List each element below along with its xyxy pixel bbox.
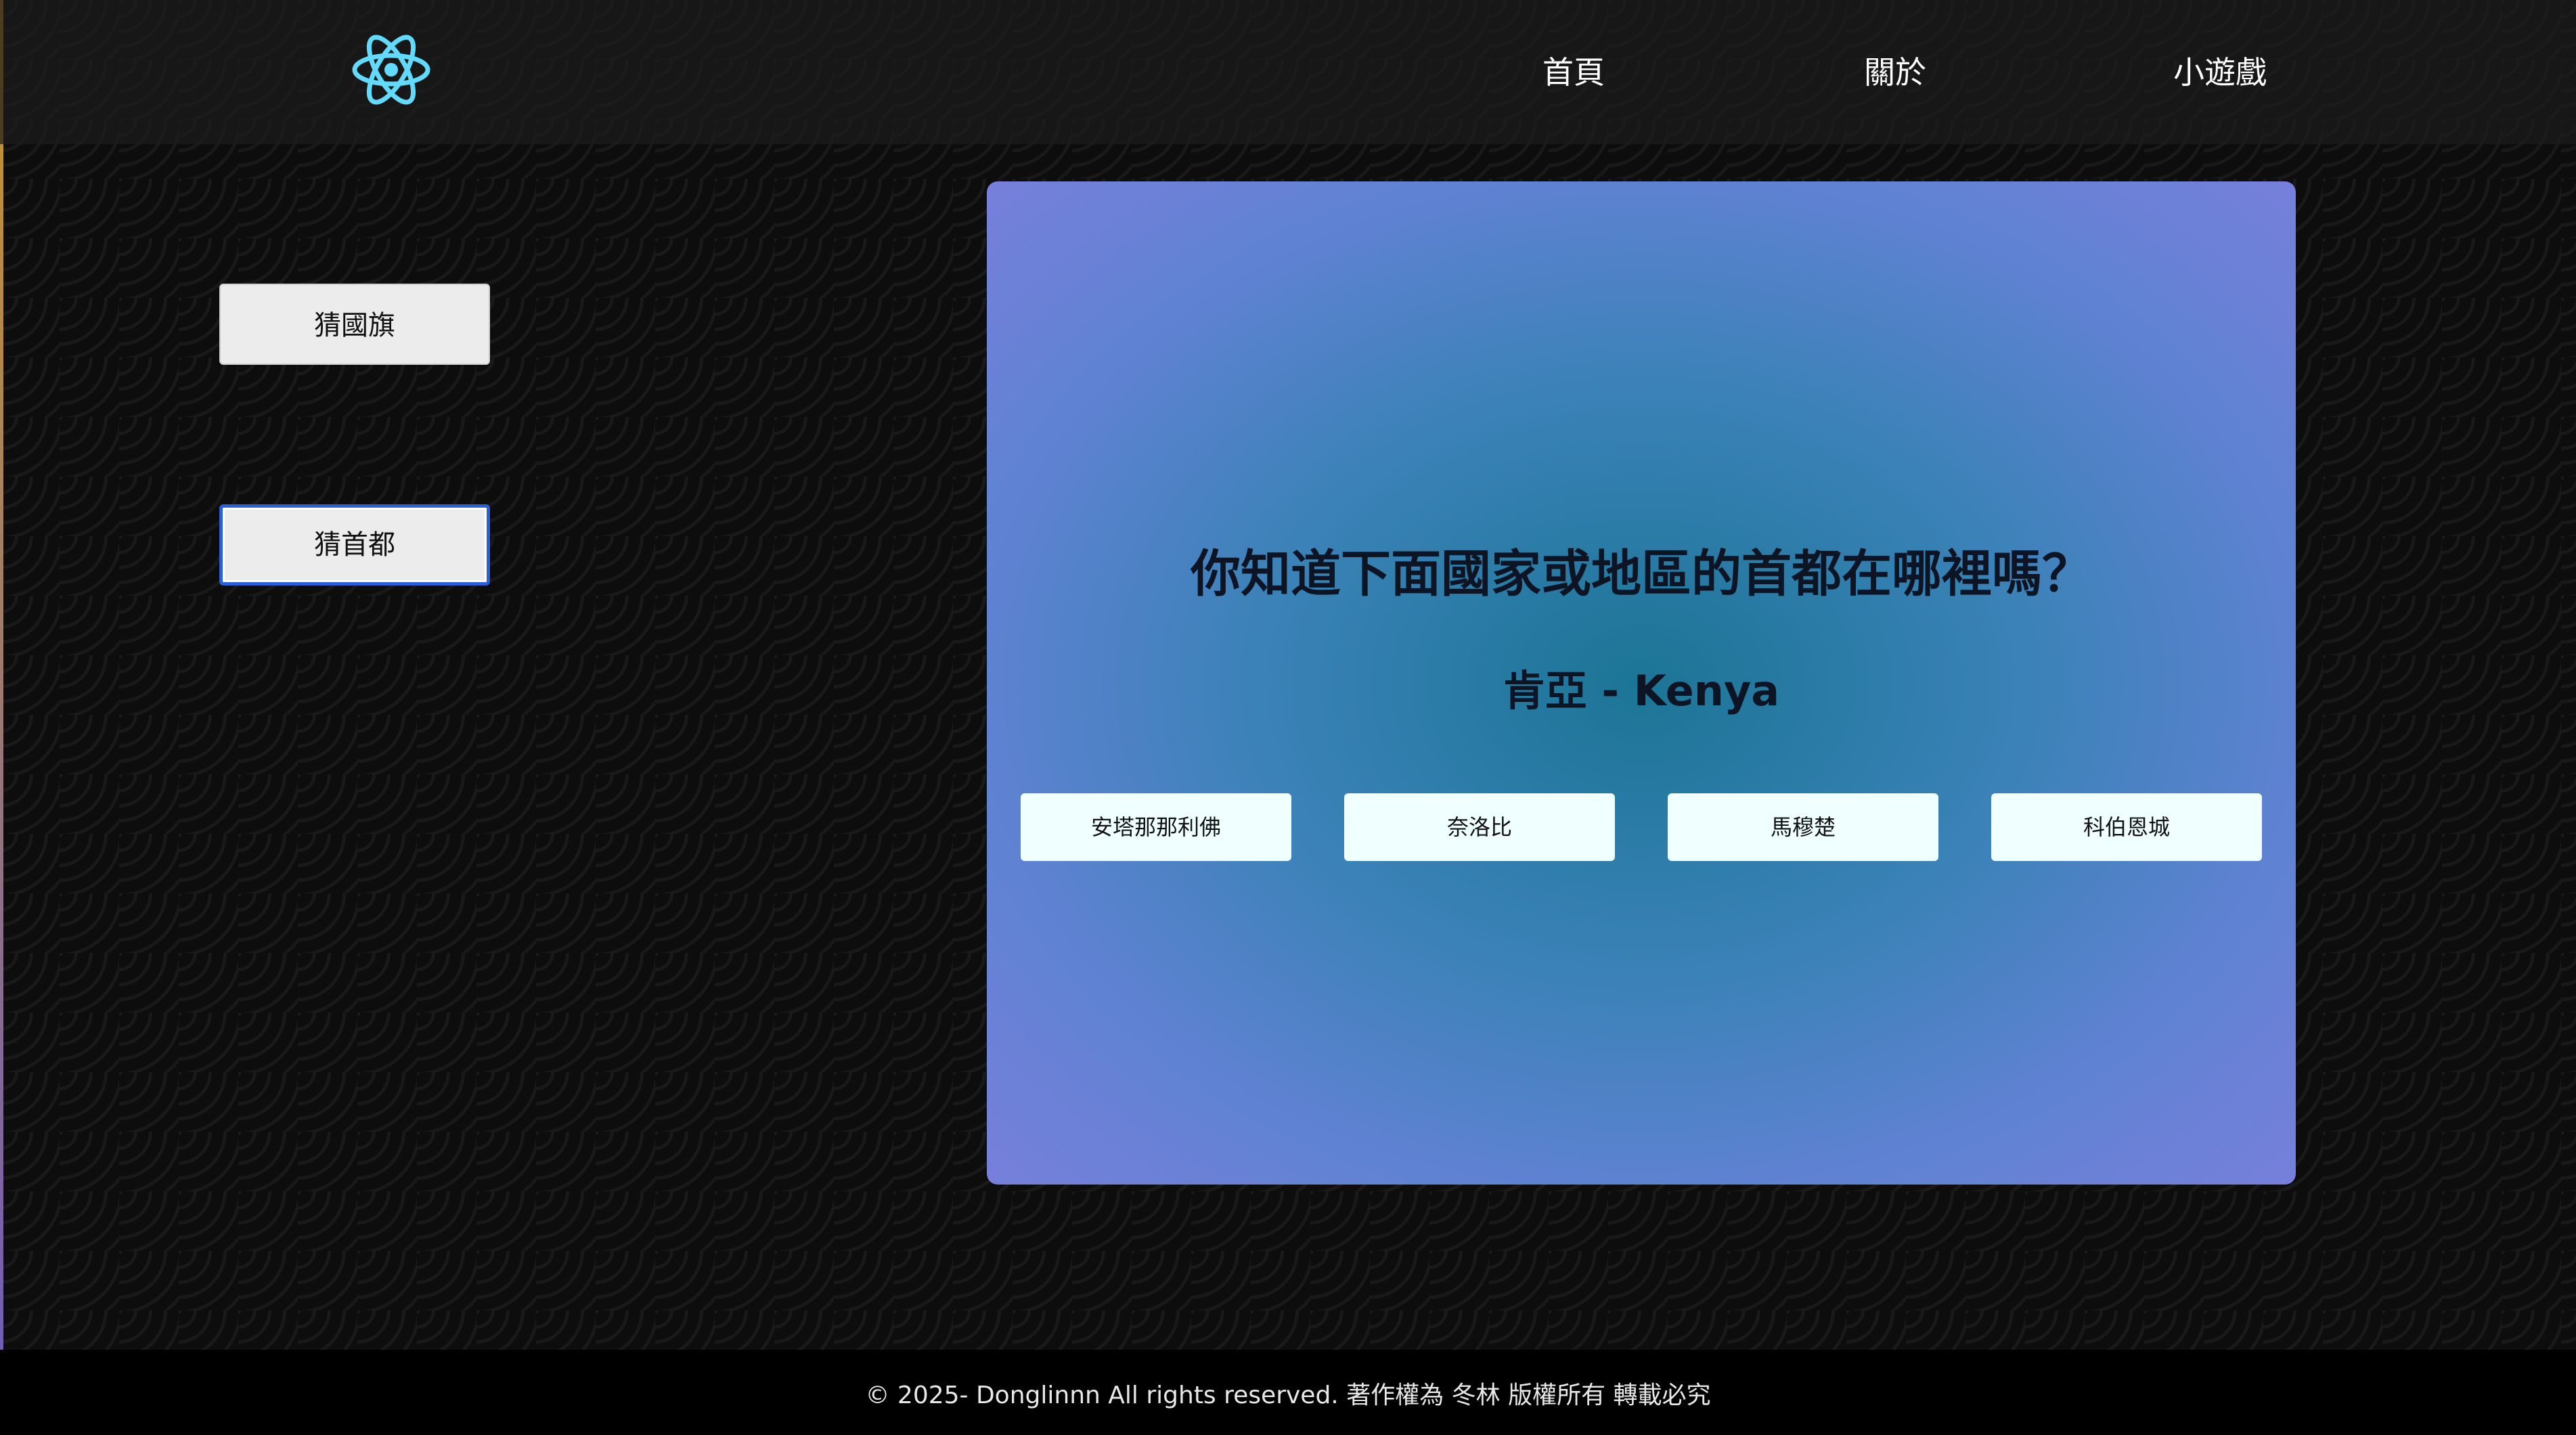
guess-capital-button[interactable]: 猜首都 — [219, 504, 490, 586]
quiz-question: 你知道下面國家或地區的首都在哪裡嗎？ — [1191, 545, 2092, 603]
answer-option-button[interactable]: 奈洛比 — [1344, 793, 1615, 861]
quiz-panel: 你知道下面國家或地區的首都在哪裡嗎？ 肯亞 - Kenya 安塔那那利佛 奈洛比… — [987, 181, 2296, 1185]
react-atom-icon[interactable] — [351, 32, 432, 108]
nav-games-link[interactable]: 小遊戲 — [2152, 49, 2288, 96]
quiz-country: 肯亞 - Kenya — [1503, 666, 1780, 715]
answer-option-button[interactable]: 科伯恩城 — [1991, 793, 2262, 861]
left-edge-accent — [0, 0, 3, 1435]
footer-copyright: © 2025- Donglinnn All rights reserved. 著… — [865, 1382, 1711, 1409]
nav-about-link[interactable]: 關於 — [1838, 49, 1953, 96]
answer-option-button[interactable]: 馬穆楚 — [1668, 793, 1938, 861]
guess-flag-button[interactable]: 猜國旗 — [219, 284, 490, 365]
site-footer: © 2025- Donglinnn All rights reserved. 著… — [0, 1350, 2576, 1435]
nav-home-link[interactable]: 首頁 — [1516, 49, 1631, 96]
site-header: 首頁 關於 小遊戲 — [0, 0, 2576, 144]
answer-option-button[interactable]: 安塔那那利佛 — [1021, 793, 1291, 861]
